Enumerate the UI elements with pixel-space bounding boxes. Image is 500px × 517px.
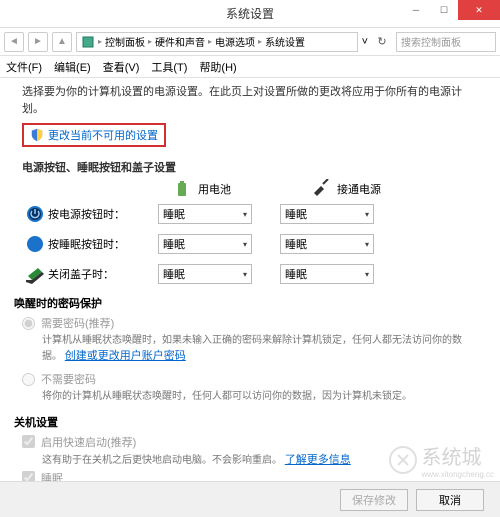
power-plugged-select[interactable]: 睡眠▾ (280, 204, 374, 224)
buttons-section-title: 电源按钮、睡眠按钮和盖子设置 (22, 159, 478, 175)
lid-battery-select[interactable]: 睡眠▾ (158, 264, 252, 284)
power-icon (22, 203, 48, 225)
chevron-down-icon: ▾ (365, 210, 369, 219)
breadcrumb[interactable]: ▸ 控制面板 ▸ 硬件和声音 ▸ 电源选项 ▸ 系统设置 (76, 32, 358, 52)
menubar: 文件(F) 编辑(E) 查看(V) 工具(T) 帮助(H) (0, 56, 500, 78)
address-bar: ◄ ► ▲ ▸ 控制面板 ▸ 硬件和声音 ▸ 电源选项 ▸ 系统设置 ˅ ↻ 搜… (0, 28, 500, 56)
change-unavailable-link[interactable]: 更改当前不可用的设置 (48, 127, 158, 143)
minimize-button[interactable]: ─ (402, 0, 430, 20)
up-button[interactable]: ▲ (52, 32, 72, 52)
control-panel-icon (81, 35, 95, 49)
footer: 保存修改 取消 (0, 481, 500, 517)
sleep-plugged-select[interactable]: 睡眠▾ (280, 234, 374, 254)
content-area: 选择要为你的计算机设置的电源设置。在此页上对设置所做的更改将应用于你所有的电源计… (0, 78, 500, 481)
lid-plugged-select[interactable]: 睡眠▾ (280, 264, 374, 284)
close-button[interactable]: ✕ (458, 0, 500, 20)
menu-help[interactable]: 帮助(H) (199, 59, 236, 75)
power-battery-select[interactable]: 睡眠▾ (158, 204, 252, 224)
sleep-row: 睡眠 (22, 470, 478, 482)
moon-icon (22, 233, 48, 255)
no-password-radio (22, 373, 35, 386)
chevron-down-icon: ▾ (243, 270, 247, 279)
search-input[interactable]: 搜索控制面板 (396, 32, 496, 52)
create-password-link[interactable]: 创建或更改用户账户密码 (65, 350, 186, 362)
titlebar: 系统设置 ─ ☐ ✕ (0, 0, 500, 28)
menu-tools[interactable]: 工具(T) (151, 59, 187, 75)
bc-system[interactable]: 系统设置 (265, 34, 305, 49)
save-button: 保存修改 (340, 489, 408, 511)
menu-file[interactable]: 文件(F) (6, 59, 42, 75)
battery-column: 用电池 (172, 179, 231, 199)
require-password-option: 需要密码(推荐) (22, 315, 478, 331)
chevron-down-icon: ▾ (365, 270, 369, 279)
learn-more-link[interactable]: 了解更多信息 (285, 454, 351, 466)
sleep-battery-select[interactable]: 睡眠▾ (158, 234, 252, 254)
no-password-option: 不需要密码 (22, 371, 478, 387)
window-controls: ─ ☐ ✕ (402, 0, 500, 20)
sleep-checkbox (22, 471, 35, 481)
require-password-radio (22, 317, 35, 330)
chevron-down-icon: ▾ (243, 240, 247, 249)
shield-icon (30, 128, 44, 142)
fast-startup-row: 启用快速启动(推荐) (22, 434, 478, 450)
no-password-desc: 将你的计算机从睡眠状态唤醒时，任何人都可以访问你的数据，因为计算机未锁定。 (42, 389, 478, 404)
forward-button[interactable]: ► (28, 32, 48, 52)
column-headers: 用电池 接通电源 (172, 179, 478, 199)
shutdown-section-title: 关机设置 (14, 414, 478, 430)
menu-view[interactable]: 查看(V) (103, 59, 140, 75)
menu-edit[interactable]: 编辑(E) (54, 59, 91, 75)
plugged-column: 接通电源 (311, 179, 381, 199)
chevron-down-icon: ▾ (243, 210, 247, 219)
bc-control-panel[interactable]: 控制面板 (105, 34, 145, 49)
refresh-button[interactable]: ↻ (372, 32, 392, 52)
breadcrumb-chevron-icon[interactable]: ˅ (362, 36, 368, 48)
plug-icon (311, 179, 331, 199)
fast-startup-desc: 这有助于在关机之后更快地启动电脑。不会影响重启。 了解更多信息 (42, 451, 478, 467)
maximize-button[interactable]: ☐ (430, 0, 458, 20)
chevron-down-icon: ▾ (365, 240, 369, 249)
intro-text: 选择要为你的计算机设置的电源设置。在此页上对设置所做的更改将应用于你所有的电源计… (22, 84, 478, 117)
power-button-row: 按电源按钮时： 睡眠▾ 睡眠▾ (22, 203, 478, 225)
bc-hardware[interactable]: 硬件和声音 (155, 34, 205, 49)
back-button[interactable]: ◄ (4, 32, 24, 52)
fast-startup-checkbox (22, 435, 35, 448)
lid-row: 关闭盖子时： 睡眠▾ 睡眠▾ (22, 263, 478, 285)
wake-section-title: 唤醒时的密码保护 (14, 295, 478, 311)
cancel-button[interactable]: 取消 (416, 489, 484, 511)
require-password-desc: 计算机从睡眠状态唤醒时，如果未输入正确的密码来解除计算机锁定，任何人都无法访问你… (42, 333, 478, 365)
bc-power[interactable]: 电源选项 (215, 34, 255, 49)
change-unavailable-box: 更改当前不可用的设置 (22, 123, 166, 147)
laptop-icon (22, 263, 48, 285)
battery-icon (172, 179, 192, 199)
sleep-button-row: 按睡眠按钮时： 睡眠▾ 睡眠▾ (22, 233, 478, 255)
